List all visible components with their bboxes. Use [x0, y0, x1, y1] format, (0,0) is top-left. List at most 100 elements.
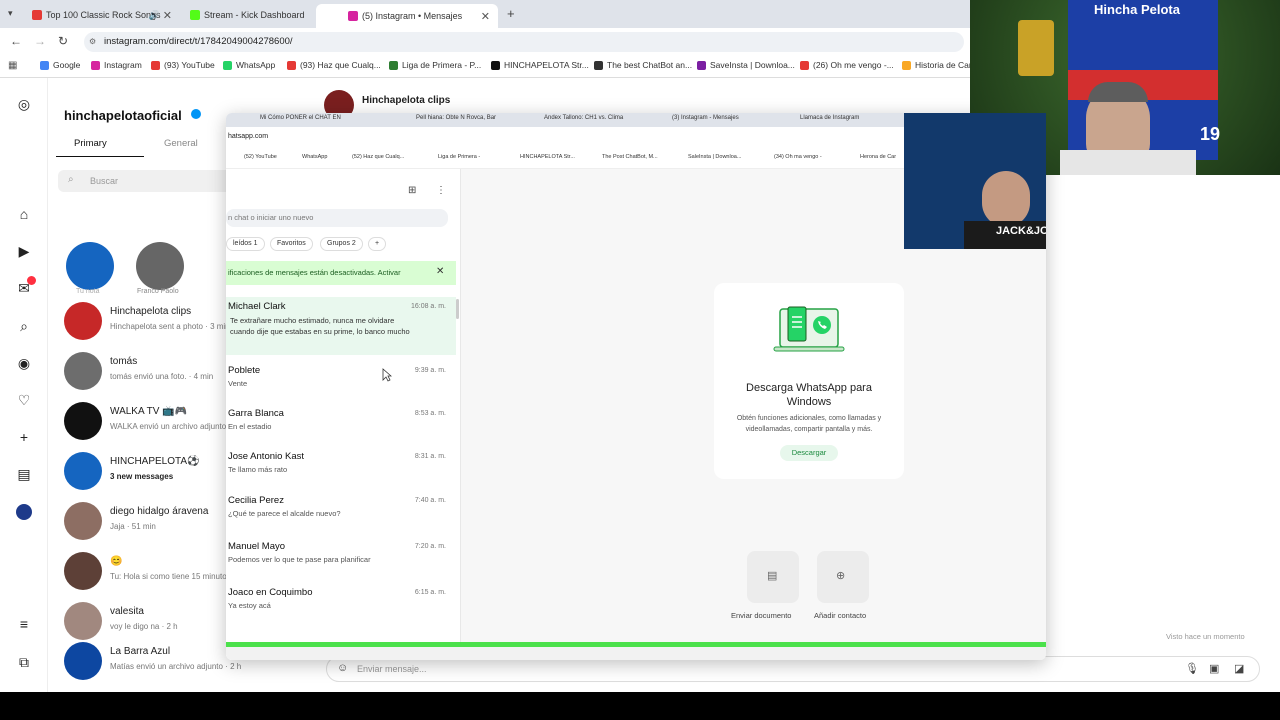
shared-tab[interactable]: Andex Tallono: CH1 vs. Clima — [544, 115, 623, 121]
chat-item-selected[interactable]: Michael Clark 16:08 a. m. Te extrañare m… — [226, 297, 456, 355]
bookmark-instagram[interactable]: Instagram — [91, 60, 142, 70]
bookmark-whatsapp[interactable]: WhatsApp — [223, 60, 275, 70]
explore-icon[interactable]: ◉ — [16, 355, 32, 371]
avatar — [64, 602, 102, 640]
close-banner-icon[interactable]: ✕ — [436, 266, 444, 277]
emoji-icon[interactable]: ☺ — [337, 662, 348, 674]
filter-favorites[interactable]: Favoritos — [270, 237, 313, 251]
tab-kick-dashboard[interactable]: Stream - Kick Dashboard ✕ — [158, 4, 338, 26]
laptop-phone-icon — [773, 306, 845, 352]
tab-instagram[interactable]: (5) Instagram • Mensajes ✕ — [316, 4, 498, 28]
shared-bookmark[interactable]: Liga de Primera - — [438, 154, 480, 160]
folder-icon — [902, 60, 911, 70]
note-avatar[interactable] — [136, 242, 184, 290]
avatar — [64, 302, 102, 340]
chatbot-icon — [594, 60, 603, 70]
note-avatar[interactable] — [66, 242, 114, 290]
avatar — [64, 502, 102, 540]
bookmark-google[interactable]: Google — [40, 60, 80, 70]
shared-bookmark[interactable]: SaleInsta | Downloa... — [688, 154, 741, 160]
avatar — [64, 352, 102, 390]
shared-tab[interactable]: Llamaca de Instagram — [800, 115, 859, 121]
shared-tab[interactable]: (3) Instagram - Mensajes — [672, 115, 739, 121]
shared-bookmark[interactable]: (52) YouTube — [244, 154, 277, 160]
shared-webcam-preview: JACK&JONES — [904, 113, 1046, 249]
google-icon — [40, 60, 49, 70]
shared-bookmark[interactable]: WhatsApp — [302, 154, 327, 160]
document-icon: ▤ — [767, 570, 778, 582]
whatsapp-icon — [223, 60, 232, 70]
image-icon[interactable]: ▣ — [1209, 662, 1219, 675]
search-icon[interactable]: ⌕ — [16, 318, 32, 334]
tab-classic-rock[interactable]: Top 100 Classic Rock Songs 🔊 ✕ — [0, 4, 180, 26]
more-options-icon[interactable]: ⋮ — [436, 185, 446, 196]
chat-item[interactable]: Cecilia Perez ¿Qué te parece el alcalde … — [226, 495, 456, 529]
account-name[interactable]: hinchapelotaoficial — [64, 108, 182, 123]
whatsapp-search-input[interactable]: n chat o iniciar uno nuevo — [226, 209, 448, 227]
chat-list-scrollbar[interactable] — [456, 299, 459, 319]
notifications-heart-icon[interactable]: ♡ — [16, 392, 32, 408]
bookmark-hinchapelota[interactable]: HINCHAPELOTA Str... — [491, 60, 589, 70]
bookmark-liga-primera[interactable]: Liga de Primera - P... — [389, 60, 481, 70]
add-contact-icon: ⊕ — [836, 570, 846, 582]
site-info-icon[interactable]: ⚙ — [89, 32, 96, 52]
new-chat-icon[interactable]: ⊞ — [408, 185, 416, 196]
bookmark-youtube[interactable]: (93) YouTube — [151, 60, 215, 70]
bookmarks-bar: ▦ Google Instagram (93) YouTube WhatsApp… — [0, 56, 972, 78]
profile-avatar[interactable] — [16, 504, 32, 520]
tab-general[interactable]: General — [164, 138, 198, 149]
shared-bookmark[interactable]: (34) Oh ma vengo - — [774, 154, 822, 160]
add-contact-button[interactable]: ⊕ — [817, 551, 869, 603]
shared-bookmark[interactable]: Herona de Car — [860, 154, 896, 160]
reload-icon[interactable]: ↻ — [58, 34, 68, 48]
bookmark-saveinsta[interactable]: SaveInsta | Downloa... — [697, 60, 795, 70]
new-tab-button[interactable]: + — [507, 6, 515, 21]
reels-icon[interactable]: ▶ — [16, 243, 32, 259]
bookmark-oh-me-vengo[interactable]: (26) Oh me vengo -... — [800, 60, 894, 70]
chat-item[interactable]: Joaco en Coquimbo Ya estoy acá 6:15 a. m… — [226, 587, 456, 621]
add-filter-button[interactable]: + — [368, 237, 387, 251]
tab-underline — [56, 156, 144, 157]
tab-primary[interactable]: Primary — [74, 138, 107, 149]
shared-bookmark[interactable]: HINCHAPELOTA Str... — [520, 154, 575, 160]
search-icon: ⌕ — [68, 174, 74, 185]
apps-grid-icon[interactable]: ▦ — [8, 60, 17, 71]
bookmark-historia[interactable]: Historia de Car — [902, 60, 972, 70]
chat-item[interactable]: Garra Blanca En el estadio 8:53 a. m. — [226, 408, 456, 442]
url-field[interactable]: ⚙ instagram.com/direct/t/178420490042786… — [84, 32, 964, 52]
shared-bookmark[interactable]: The Post ChatBot, M... — [602, 154, 658, 160]
forward-icon[interactable]: → — [34, 34, 46, 48]
sticker-icon[interactable]: ◪ — [1234, 662, 1244, 675]
filter-groups[interactable]: Grupos 2 — [320, 237, 363, 251]
chat-header-title[interactable]: Hinchapelota clips — [362, 95, 450, 106]
close-tab-icon[interactable]: ✕ — [481, 10, 490, 23]
shared-tab[interactable]: Pell hiana: Obte N Rovca, Bar — [416, 115, 496, 121]
microphone-icon[interactable]: 🎙 — [1185, 662, 1199, 675]
menu-icon[interactable]: ≡ — [16, 616, 32, 632]
download-icon — [697, 60, 706, 70]
bookmark-haz-que[interactable]: (93) Haz que Cualq... — [287, 60, 381, 70]
chat-item[interactable]: Poblete Vente 9:39 a. m. — [226, 365, 456, 399]
mouse-cursor-icon — [382, 368, 392, 382]
avatar — [64, 552, 102, 590]
download-button[interactable]: Descargar — [780, 445, 838, 461]
trophy-sign — [1018, 20, 1054, 76]
shared-tab[interactable]: Mi Cómo PONER el CHAT EN — [260, 115, 341, 121]
home-icon[interactable]: ⌂ — [16, 206, 32, 222]
back-icon[interactable]: ← — [10, 34, 22, 48]
chat-item[interactable]: Manuel Mayo Podemos ver lo que te pase p… — [226, 541, 456, 575]
shared-bookmark[interactable]: (52) Haz que Cualq... — [352, 154, 404, 160]
send-document-button[interactable]: ▤ — [747, 551, 799, 603]
instagram-nav-rail: ◎ ⌂ ▶ ✉ ⌕ ◉ ♡ + ▤ ≡ ⧉ — [0, 78, 48, 692]
youtube-icon — [287, 60, 296, 70]
create-icon[interactable]: + — [16, 429, 32, 445]
filter-unread[interactable]: leídos 1 — [226, 237, 265, 251]
note-label: Tu nota — [76, 288, 100, 295]
dashboard-icon[interactable]: ▤ — [16, 466, 32, 482]
bookmark-chatbot[interactable]: The best ChatBot an... — [594, 60, 692, 70]
shirt-text: JACK&JONES — [996, 225, 1046, 237]
kick-icon — [491, 60, 500, 70]
threads-icon[interactable]: ⧉ — [16, 654, 32, 670]
chat-item[interactable]: Jose Antonio Kast Te llamo más rato 8:31… — [226, 451, 456, 485]
instagram-logo-icon[interactable]: ◎ — [16, 96, 32, 112]
